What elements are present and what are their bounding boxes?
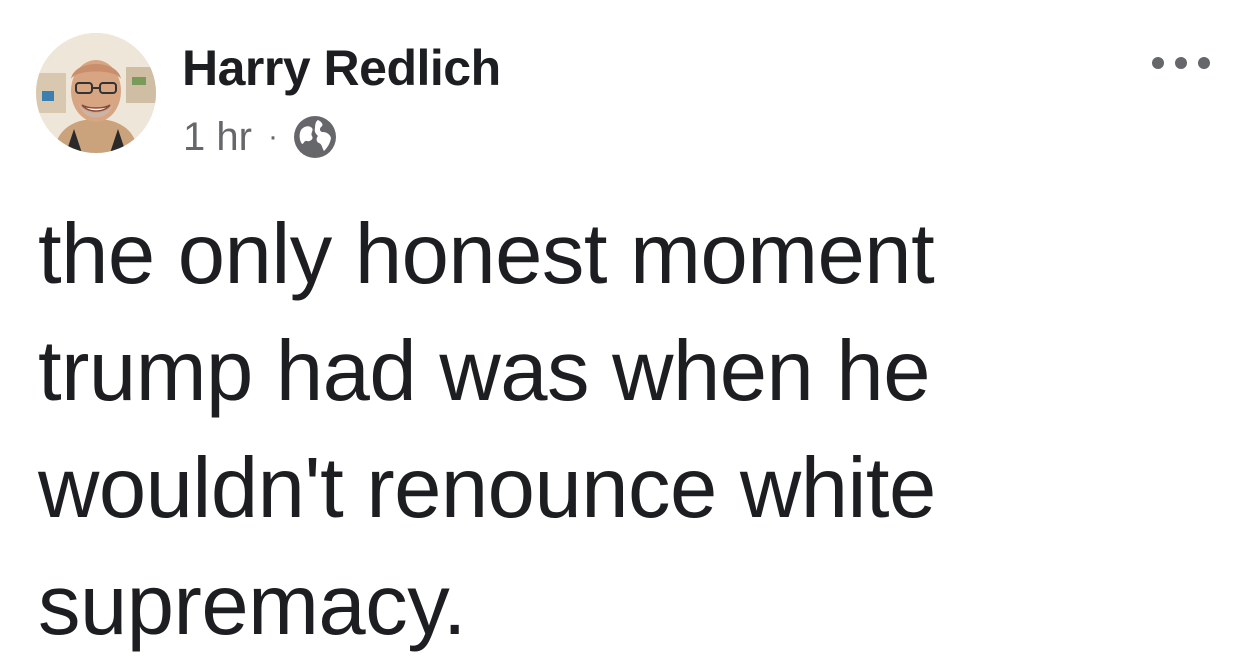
post-text-line: supremacy. bbox=[38, 558, 467, 653]
author-avatar[interactable] bbox=[36, 33, 156, 153]
post-timestamp[interactable]: 1 hr bbox=[183, 115, 252, 160]
more-options-dot bbox=[1175, 57, 1187, 69]
meta-separator: · bbox=[267, 120, 278, 153]
post-text-line: wouldn't renounce white bbox=[38, 441, 936, 536]
facebook-post: Harry Redlich 1 hr · the only honest mom… bbox=[0, 0, 1242, 659]
post-meta: 1 hr · bbox=[183, 110, 338, 164]
post-text-line: the only honest moment bbox=[38, 207, 935, 302]
more-options-icon bbox=[1152, 57, 1164, 69]
globe-icon[interactable] bbox=[292, 114, 338, 160]
post-text: the only honest moment trump had was whe… bbox=[38, 196, 1218, 664]
avatar-image bbox=[36, 33, 156, 153]
post-text-line: trump had was when he bbox=[38, 324, 930, 419]
more-options-button[interactable] bbox=[1152, 46, 1210, 80]
author-name[interactable]: Harry Redlich bbox=[182, 38, 501, 98]
more-options-dot bbox=[1198, 57, 1210, 69]
